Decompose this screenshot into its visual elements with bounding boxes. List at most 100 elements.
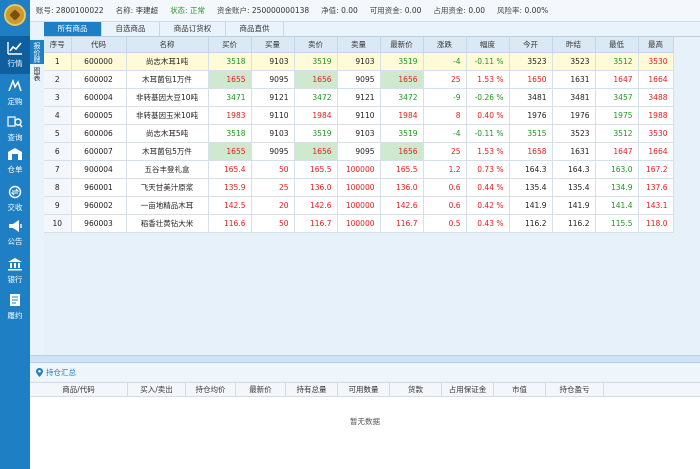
col-header-prev-settle[interactable]: 昨结 xyxy=(552,37,596,53)
cell-ask-qty: 9121 xyxy=(337,88,381,107)
col-header-pnl[interactable]: 持仓盈亏 xyxy=(546,383,604,396)
table-row[interactable]: 5 600006 尚志木耳5吨 3518 9103 3519 9103 3519… xyxy=(44,124,674,143)
cell-last: 3472 xyxy=(380,88,424,107)
col-header-payment[interactable]: 货款 xyxy=(390,383,442,396)
table-row[interactable]: 3 600004 非转基因大豆10吨 3471 9121 3472 9121 3… xyxy=(44,88,674,107)
tab-direct-supply[interactable]: 商品直供 xyxy=(226,22,284,36)
table-row[interactable]: 1 600000 尚志木耳1吨 3518 9103 3519 9103 3519… xyxy=(44,52,674,71)
tab-all-products[interactable]: 所有商品 xyxy=(44,22,102,36)
col-header-available-qty[interactable]: 可用数量 xyxy=(338,383,390,396)
col-header-ask[interactable]: 卖价 xyxy=(294,37,338,53)
sidebar-item-quotes[interactable]: 行情 xyxy=(0,36,30,74)
col-header-index[interactable]: 序号 xyxy=(44,37,72,53)
col-header-change[interactable]: 涨跌 xyxy=(423,37,467,53)
col-header-percent[interactable]: 幅度 xyxy=(466,37,510,53)
col-header-open[interactable]: 今开 xyxy=(509,37,553,53)
cell-last: 1656 xyxy=(380,70,424,89)
col-header-low[interactable]: 最低 xyxy=(595,37,639,53)
cell-name: 稻香壮黄钻大米 xyxy=(126,214,209,233)
cell-high: 3530 xyxy=(638,52,674,71)
col-header-product[interactable]: 商品/代码 xyxy=(30,383,128,396)
col-header-margin[interactable]: 占用保证金 xyxy=(442,383,494,396)
col-header-market-value[interactable]: 市值 xyxy=(494,383,546,396)
sidebar-item-order[interactable]: 定购 xyxy=(0,74,30,112)
cell-open: 3523 xyxy=(509,52,553,71)
table-row[interactable]: 6 600007 木耳菌包5万件 1655 9095 1656 9095 165… xyxy=(44,142,674,161)
cell-ask[interactable]: 3519 xyxy=(294,52,338,71)
col-header-avg-price[interactable]: 持仓均价 xyxy=(186,383,236,396)
sidebar: 行情 定购 查询 仓单 交收 公告 银行 履约 xyxy=(0,0,30,469)
cell-change: 0.6 xyxy=(423,196,467,215)
warehouse-icon xyxy=(7,147,23,161)
name-value: 李建超 xyxy=(135,6,159,15)
cell-ask[interactable]: 3519 xyxy=(294,124,338,143)
cell-ask[interactable]: 165.5 xyxy=(294,160,338,179)
cell-last: 116.7 xyxy=(380,214,424,233)
cell-change: 0.5 xyxy=(423,214,467,233)
cell-bid[interactable]: 165.4 xyxy=(208,160,252,179)
cell-ask[interactable]: 142.6 xyxy=(294,196,338,215)
cell-open: 1976 xyxy=(509,106,553,125)
col-header-last-price[interactable]: 最新价 xyxy=(236,383,286,396)
table-row[interactable]: 7 900004 五谷丰登礼盒 165.4 50 165.5 100000 16… xyxy=(44,160,674,179)
sidebar-item-bank[interactable]: 银行 xyxy=(0,252,30,290)
cell-ask[interactable]: 136.0 xyxy=(294,178,338,197)
table-row[interactable]: 4 600005 非转基因玉米10吨 1983 9110 1984 9110 1… xyxy=(44,106,674,125)
col-header-name[interactable]: 名称 xyxy=(126,37,209,53)
sidebar-item-label: 履约 xyxy=(7,311,23,320)
col-header-direction[interactable]: 买入/卖出 xyxy=(128,383,186,396)
col-header-bid-qty[interactable]: 买量 xyxy=(251,37,295,53)
cell-ask[interactable]: 1656 xyxy=(294,142,338,161)
col-header-ask-qty[interactable]: 卖量 xyxy=(337,37,381,53)
cell-low: 3512 xyxy=(595,52,639,71)
cell-code: 900004 xyxy=(71,160,127,179)
tab-order-rights[interactable]: 商品订货权 xyxy=(160,22,226,36)
table-row[interactable]: 10 960003 稻香壮黄钻大米 116.6 50 116.7 100000 … xyxy=(44,214,674,233)
sidebar-item-notice[interactable]: 公告 xyxy=(0,214,30,252)
cell-change: -9 xyxy=(423,88,467,107)
side-tab-chart[interactable]: 图表 xyxy=(30,64,44,84)
cell-bid[interactable]: 3471 xyxy=(208,88,252,107)
cell-ask[interactable]: 1984 xyxy=(294,106,338,125)
cell-bid[interactable]: 135.9 xyxy=(208,178,252,197)
cell-bid[interactable]: 142.5 xyxy=(208,196,252,215)
cell-index: 7 xyxy=(44,160,72,179)
col-header-high[interactable]: 最高 xyxy=(638,37,674,53)
signature-icon xyxy=(7,79,23,93)
cell-ask-qty: 9095 xyxy=(337,70,381,89)
cell-bid[interactable]: 1655 xyxy=(208,70,252,89)
cell-bid[interactable]: 116.6 xyxy=(208,214,252,233)
tab-favorites[interactable]: 自选商品 xyxy=(102,22,160,36)
search-icon xyxy=(7,115,23,129)
cell-index: 3 xyxy=(44,88,72,107)
col-header-last[interactable]: 最新价 xyxy=(380,37,424,53)
fund-account-label: 资金账户: xyxy=(216,6,250,15)
col-header-total-qty[interactable]: 持有总量 xyxy=(286,383,338,396)
cell-ask[interactable]: 3472 xyxy=(294,88,338,107)
cell-low: 3457 xyxy=(595,88,639,107)
table-row[interactable]: 8 960001 飞天甘美汁原浆 135.9 25 136.0 100000 1… xyxy=(44,178,674,197)
col-header-code[interactable]: 代码 xyxy=(71,37,127,53)
cell-ask[interactable]: 1656 xyxy=(294,70,338,89)
sidebar-item-label: 银行 xyxy=(7,275,23,284)
col-header-bid[interactable]: 买价 xyxy=(208,37,252,53)
used-funds-value: 0.00 xyxy=(468,6,486,15)
cell-bid[interactable]: 1655 xyxy=(208,142,252,161)
cell-high: 143.1 xyxy=(638,196,674,215)
side-tab-quote-board[interactable]: 报价牌 xyxy=(30,40,44,64)
cell-bid[interactable]: 3518 xyxy=(208,124,252,143)
cell-bid[interactable]: 1983 xyxy=(208,106,252,125)
cell-index: 10 xyxy=(44,214,72,233)
cell-code: 600000 xyxy=(71,52,127,71)
panel-splitter[interactable] xyxy=(30,355,700,363)
sidebar-item-delivery[interactable]: 交收 xyxy=(0,180,30,218)
sidebar-item-contract[interactable]: 履约 xyxy=(0,288,30,326)
cell-high: 1664 xyxy=(638,142,674,161)
cell-last: 3519 xyxy=(380,124,424,143)
table-row[interactable]: 9 960002 一亩地精品木耳 142.5 20 142.6 100000 1… xyxy=(44,196,674,215)
sidebar-item-label: 行情 xyxy=(7,59,23,68)
table-row[interactable]: 2 600002 木耳菌包1万件 1655 9095 1656 9095 165… xyxy=(44,70,674,89)
sidebar-item-warehouse[interactable]: 仓单 xyxy=(0,142,30,180)
cell-bid[interactable]: 3518 xyxy=(208,52,252,71)
cell-ask[interactable]: 116.7 xyxy=(294,214,338,233)
